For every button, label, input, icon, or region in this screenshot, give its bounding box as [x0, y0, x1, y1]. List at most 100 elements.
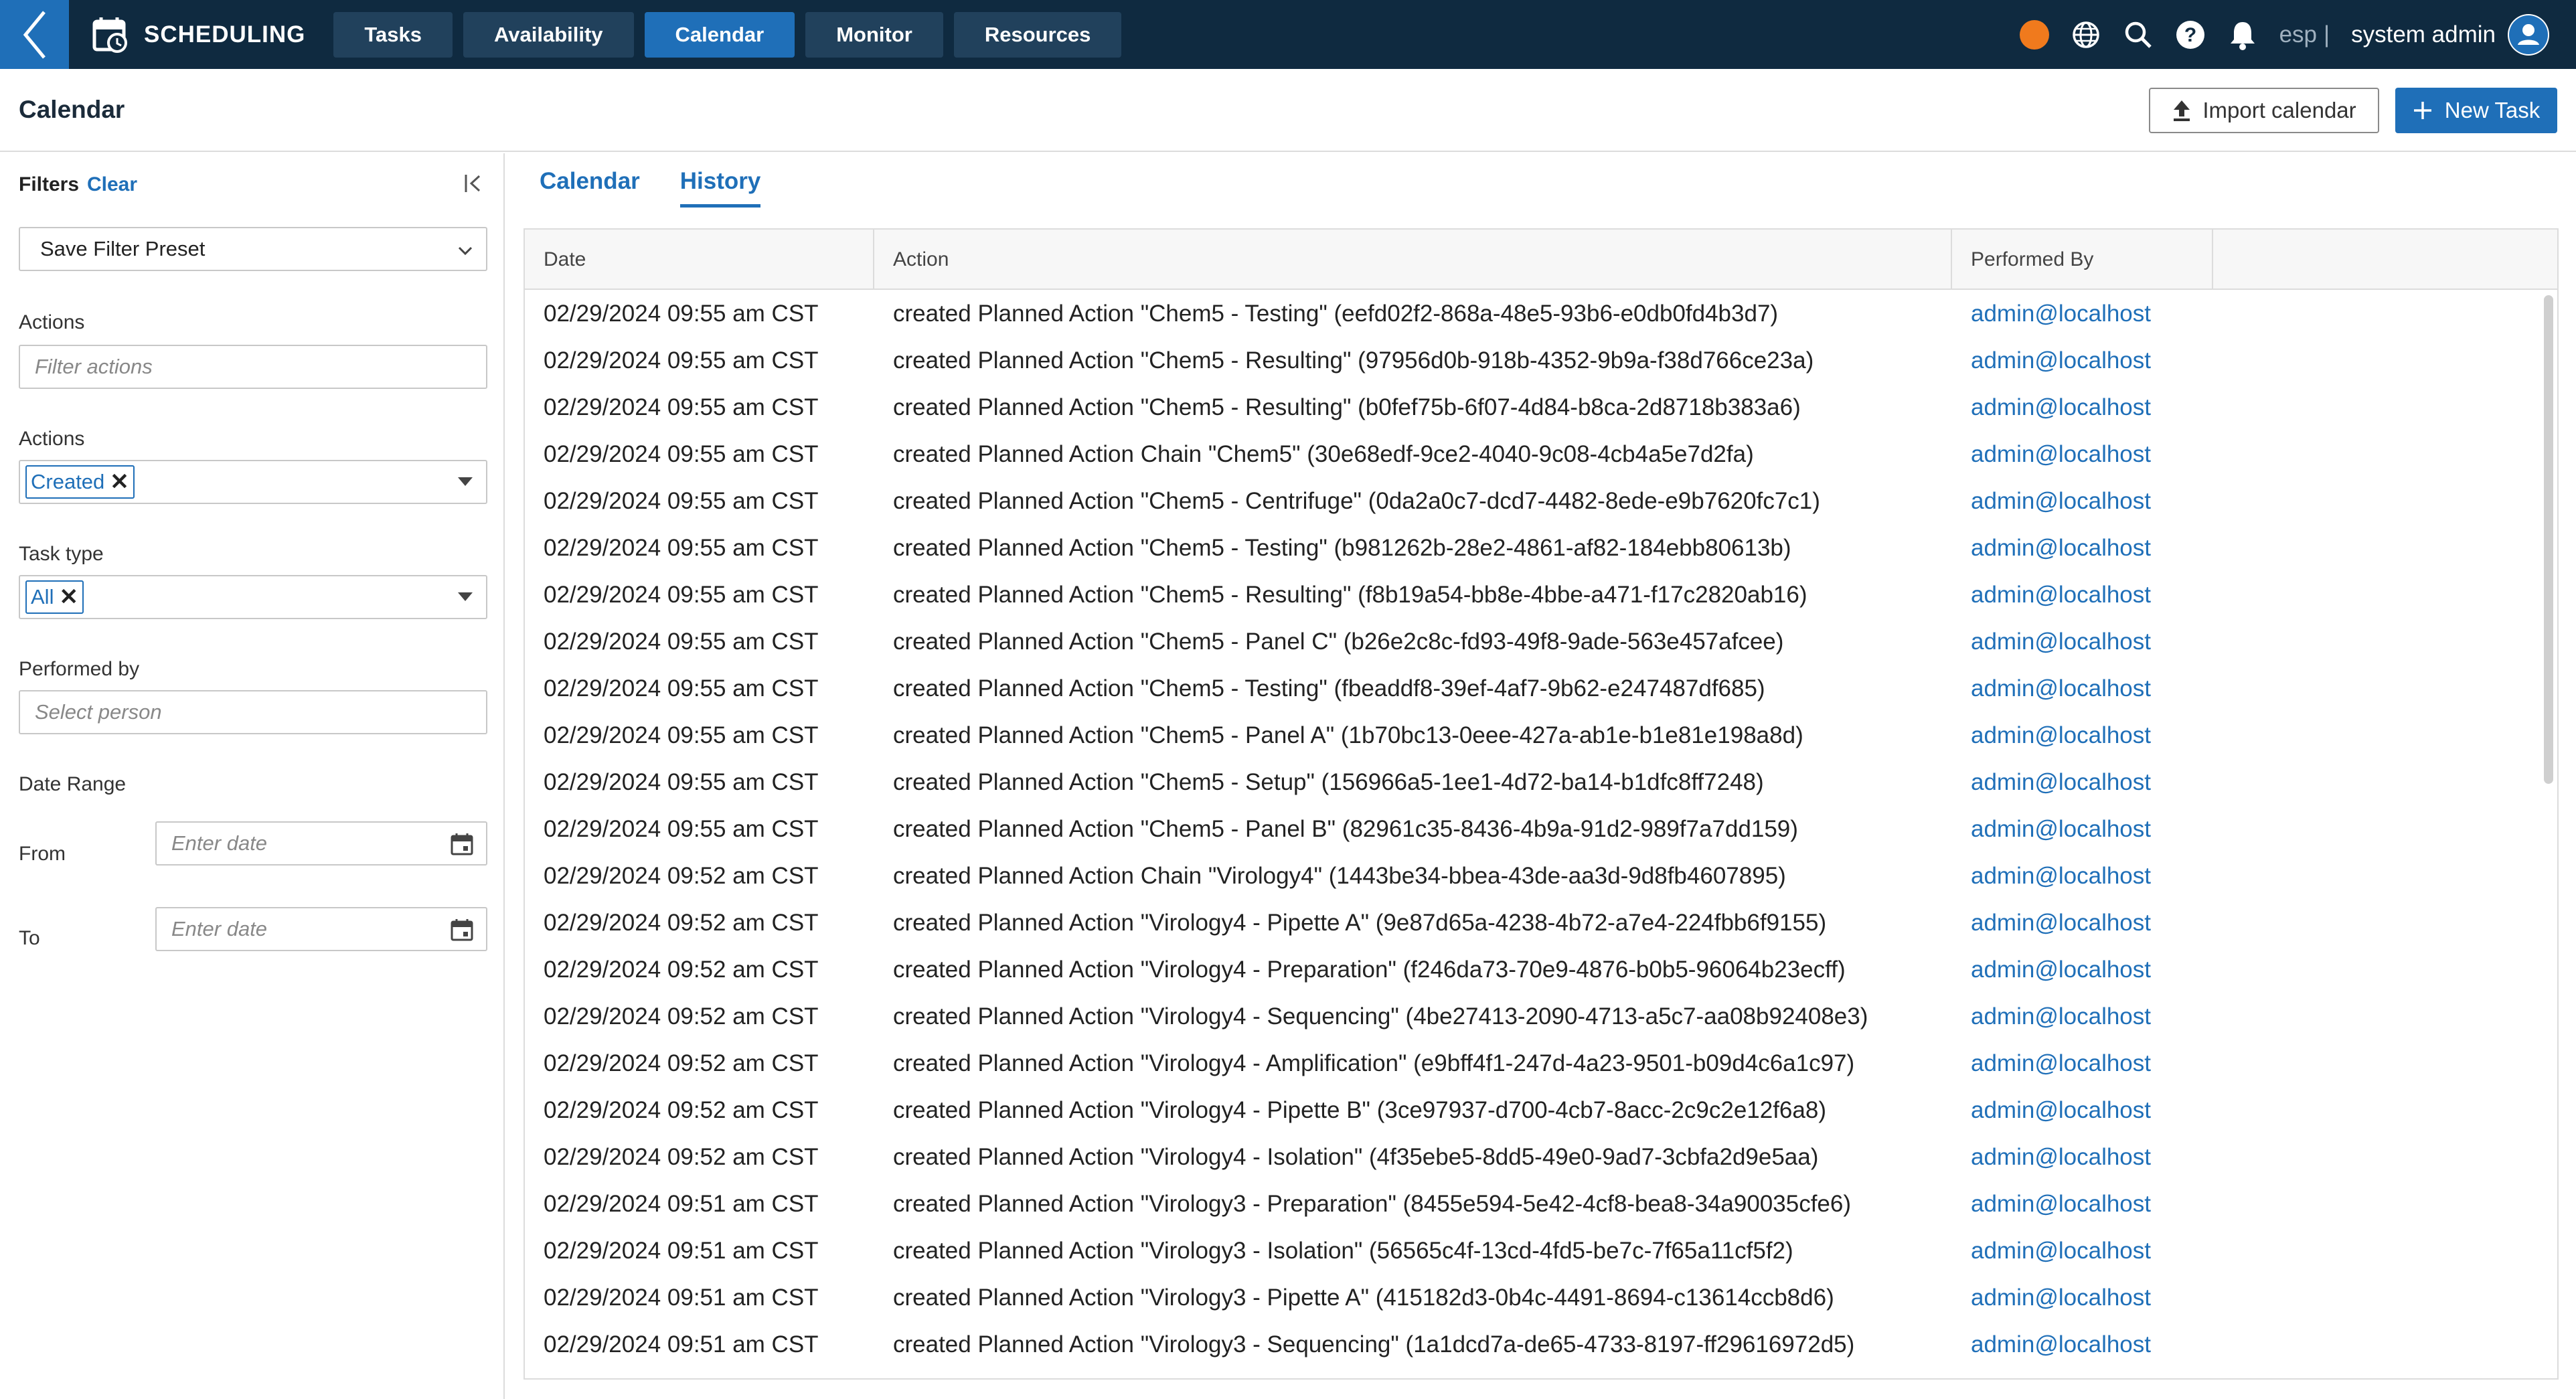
nav-resources[interactable]: Resources [953, 11, 1122, 58]
filter-actions-input[interactable]: Filter actions [19, 345, 487, 389]
row-performed-by-link[interactable]: admin@localhost [1971, 675, 2151, 702]
row-date: 02/29/2024 09:55 am CST [544, 816, 819, 842]
dropdown-caret-icon[interactable] [458, 477, 473, 486]
table-row[interactable]: 02/29/2024 09:52 am CST created Planned A… [525, 1041, 2557, 1088]
table-row[interactable]: 02/29/2024 09:55 am CST created Planned A… [525, 619, 2557, 666]
row-performed-by-link[interactable]: admin@localhost [1971, 488, 2151, 515]
user-name[interactable]: system admin [2351, 21, 2496, 48]
nav-monitor[interactable]: Monitor [805, 11, 943, 58]
row-performed-by-link[interactable]: admin@localhost [1971, 1097, 2151, 1124]
table-row[interactable]: 02/29/2024 09:55 am CST created Planned A… [525, 760, 2557, 807]
bell-icon[interactable] [2227, 19, 2258, 50]
table-row[interactable]: 02/29/2024 09:52 am CST created Planned A… [525, 947, 2557, 994]
task-type-multiselect[interactable]: All ✕ [19, 575, 487, 619]
table-row[interactable]: 02/29/2024 09:51 am CST created Planned A… [525, 1275, 2557, 1322]
table-row[interactable]: 02/29/2024 09:52 am CST created Planned A… [525, 853, 2557, 900]
table-row[interactable]: 02/29/2024 09:55 am CST created Planned A… [525, 525, 2557, 572]
help-icon[interactable]: ? [2175, 19, 2206, 50]
row-performed-by-link[interactable]: admin@localhost [1971, 816, 2151, 843]
row-action: created Planned Action "Virology4 - Pipe… [893, 1097, 1826, 1123]
row-performed-by-link[interactable]: admin@localhost [1971, 1285, 2151, 1311]
row-action: created Planned Action "Chem5 - Panel A"… [893, 722, 1803, 748]
row-performed-by-link[interactable]: admin@localhost [1971, 1238, 2151, 1264]
row-date: 02/29/2024 09:52 am CST [544, 1097, 819, 1123]
table-row[interactable]: 02/29/2024 09:55 am CST created Planned A… [525, 713, 2557, 760]
collapse-sidebar-icon[interactable] [459, 169, 487, 197]
row-performed-by-link[interactable]: admin@localhost [1971, 582, 2151, 608]
table-body: 02/29/2024 09:55 am CST created Planned A… [525, 291, 2557, 1369]
row-date: 02/29/2024 09:52 am CST [544, 1050, 819, 1076]
calendar-icon[interactable] [450, 918, 474, 942]
row-action: created Planned Action "Virology3 - Prep… [893, 1191, 1852, 1217]
row-performed-by-link[interactable]: admin@localhost [1971, 441, 2151, 468]
actions-label: Actions [19, 311, 85, 333]
import-calendar-button[interactable]: Import calendar [2149, 88, 2379, 133]
remove-chip-icon[interactable]: ✕ [110, 469, 129, 495]
table-row[interactable]: 02/29/2024 09:51 am CST created Planned A… [525, 1228, 2557, 1275]
actions-multiselect[interactable]: Created ✕ [19, 460, 487, 504]
table-row[interactable]: 02/29/2024 09:55 am CST created Planned A… [525, 666, 2557, 713]
table-row[interactable]: 02/29/2024 09:52 am CST created Planned A… [525, 900, 2557, 947]
nav-availability[interactable]: Availability [463, 11, 634, 58]
to-label: To [19, 927, 40, 949]
row-performed-by-link[interactable]: admin@localhost [1971, 1144, 2151, 1171]
search-icon[interactable] [2123, 19, 2154, 50]
row-date: 02/29/2024 09:55 am CST [544, 488, 819, 514]
actions-select-label: Actions [19, 428, 85, 450]
task-type-chip-label: All [31, 585, 54, 608]
filter-preset-select[interactable]: Save Filter Preset [19, 227, 487, 271]
row-performed-by-link[interactable]: admin@localhost [1971, 722, 2151, 749]
table-row[interactable]: 02/29/2024 09:52 am CST created Planned A… [525, 994, 2557, 1041]
column-header-performed-by[interactable]: Performed By [1952, 230, 2213, 290]
column-header-action[interactable]: Action [874, 230, 1952, 290]
table-row[interactable]: 02/29/2024 09:55 am CST created Planned A… [525, 338, 2557, 385]
user-icon[interactable] [2508, 13, 2549, 56]
table-row[interactable]: 02/29/2024 09:55 am CST created Planned A… [525, 385, 2557, 432]
nav-tasks[interactable]: Tasks [333, 11, 453, 58]
to-date-input[interactable]: Enter date [155, 907, 487, 951]
row-performed-by-link[interactable]: admin@localhost [1971, 1331, 2151, 1358]
dropdown-caret-icon[interactable] [458, 592, 473, 601]
column-header-date[interactable]: Date [525, 230, 874, 290]
table-row[interactable]: 02/29/2024 09:51 am CST created Planned A… [525, 1181, 2557, 1228]
table-row[interactable]: 02/29/2024 09:51 am CST created Planned A… [525, 1322, 2557, 1369]
row-date: 02/29/2024 09:51 am CST [544, 1191, 819, 1217]
row-performed-by-link[interactable]: admin@localhost [1971, 1050, 2151, 1077]
table-row[interactable]: 02/29/2024 09:55 am CST created Planned A… [525, 291, 2557, 338]
back-button[interactable] [0, 0, 69, 69]
globe-icon[interactable] [2071, 19, 2101, 50]
status-indicator[interactable] [2019, 19, 2049, 50]
row-action: created Planned Action "Chem5 - Resultin… [893, 582, 1807, 608]
table-scrollbar[interactable] [2544, 295, 2553, 784]
row-performed-by-link[interactable]: admin@localhost [1971, 394, 2151, 421]
row-action: created Planned Action "Chem5 - Resultin… [893, 347, 1814, 374]
language-switch[interactable]: esp [2279, 21, 2317, 48]
row-performed-by-link[interactable]: admin@localhost [1971, 301, 2151, 327]
row-performed-by-link[interactable]: admin@localhost [1971, 629, 2151, 655]
calendar-icon[interactable] [450, 832, 474, 856]
remove-chip-icon[interactable]: ✕ [59, 584, 78, 610]
select-person-input[interactable]: Select person [19, 690, 487, 734]
row-performed-by-link[interactable]: admin@localhost [1971, 1191, 2151, 1218]
row-performed-by-link[interactable]: admin@localhost [1971, 535, 2151, 562]
table-row[interactable]: 02/29/2024 09:55 am CST created Planned A… [525, 432, 2557, 479]
filters-clear-link[interactable]: Clear [87, 173, 137, 196]
from-date-input[interactable]: Enter date [155, 821, 487, 866]
table-row[interactable]: 02/29/2024 09:55 am CST created Planned A… [525, 807, 2557, 853]
nav-calendar[interactable]: Calendar [644, 11, 795, 58]
row-performed-by-link[interactable]: admin@localhost [1971, 1003, 2151, 1030]
row-performed-by-link[interactable]: admin@localhost [1971, 863, 2151, 890]
tab-calendar[interactable]: Calendar [540, 168, 640, 208]
table-row[interactable]: 02/29/2024 09:55 am CST created Planned A… [525, 479, 2557, 525]
row-date: 02/29/2024 09:51 am CST [544, 1238, 819, 1264]
row-performed-by-link[interactable]: admin@localhost [1971, 957, 2151, 983]
table-row[interactable]: 02/29/2024 09:52 am CST created Planned A… [525, 1135, 2557, 1181]
row-performed-by-link[interactable]: admin@localhost [1971, 769, 2151, 796]
tab-history[interactable]: History [679, 168, 761, 208]
row-performed-by-link[interactable]: admin@localhost [1971, 347, 2151, 374]
row-date: 02/29/2024 09:55 am CST [544, 675, 819, 702]
table-row[interactable]: 02/29/2024 09:52 am CST created Planned A… [525, 1088, 2557, 1135]
table-row[interactable]: 02/29/2024 09:55 am CST created Planned A… [525, 572, 2557, 619]
row-performed-by-link[interactable]: admin@localhost [1971, 910, 2151, 936]
new-task-button[interactable]: New Task [2395, 88, 2557, 133]
